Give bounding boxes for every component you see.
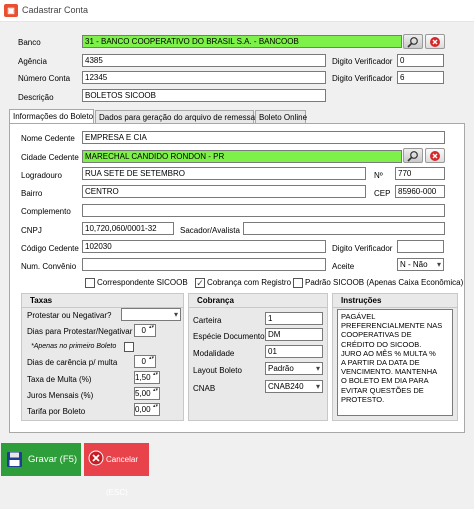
convenio-field[interactable] <box>82 258 326 271</box>
conta-field[interactable]: 12345 <box>82 71 326 84</box>
instrucoes-line: O BOLETO EM DIA PARA <box>341 376 429 386</box>
cobranca-title: Cobrança <box>189 294 327 308</box>
cancel-label: Cancelar (ESC) <box>106 455 139 497</box>
window-title: Cadastrar Conta <box>22 5 89 15</box>
cep-label: CEP <box>374 189 391 198</box>
especie-label: Espécie Documento <box>193 332 265 341</box>
instrucoes-line: VENCIMENTO. MANTENHA <box>341 367 438 377</box>
bairro-label: Bairro <box>21 189 43 198</box>
tab-informacoes-boleto[interactable]: Informações do Boleto <box>9 109 94 124</box>
numero-label: Nº <box>374 171 383 180</box>
instrucoes-line: CRÉDITO DO SICOOB. <box>341 339 422 349</box>
conta-dv-label: Digito Verificador <box>332 74 393 83</box>
multa-stepper[interactable]: 1,50 <box>134 371 160 384</box>
instrucoes-textarea[interactable]: PAGÁVEL PREFERENCIALMENTE NAS COOPERATIV… <box>337 309 453 416</box>
sacador-field[interactable] <box>243 222 445 235</box>
cnab-select[interactable]: CNAB240 <box>265 380 323 393</box>
padrao-sicoob-label: Padrão SICOOB (Apenas Caixa Econômica) <box>305 278 464 287</box>
codigo-dv-field[interactable] <box>397 240 444 253</box>
instrucoes-line: PROTESTO. <box>341 394 385 404</box>
layout-label: Layout Boleto <box>193 366 242 375</box>
carencia-stepper[interactable]: 0 <box>134 355 156 368</box>
cobranca-registro-label: Cobrança com Registro <box>207 278 292 287</box>
banco-field[interactable]: 31 - BANCO COOPERATIVO DO BRASIL S.A. - … <box>82 35 402 48</box>
codigo-dv-label: Digito Verificador <box>332 244 393 253</box>
aceite-label: Aceite <box>332 262 355 271</box>
modalidade-field[interactable]: 01 <box>265 345 323 358</box>
cidade-field[interactable]: MARECHAL CANDIDO RONDON - PR <box>82 150 402 163</box>
cnpj-label: CNPJ <box>21 226 42 235</box>
protestar-select[interactable] <box>121 308 181 321</box>
juros-stepper[interactable]: 5,00 <box>134 387 160 400</box>
multa-label: Taxa de Multa (%) <box>27 375 92 384</box>
save-icon <box>7 452 22 467</box>
dias-protestar-stepper[interactable]: 0 <box>134 324 156 337</box>
carteira-label: Carteira <box>193 316 222 325</box>
instrucoes-line: COOPERATIVAS DE <box>341 330 412 340</box>
modalidade-label: Modalidade <box>193 349 235 358</box>
complemento-field[interactable] <box>82 204 445 217</box>
dias-protestar-label: Dias para Protestar/Negativar <box>27 327 133 336</box>
protestar-label: Protestar ou Negativar? <box>27 311 112 320</box>
aceite-select[interactable]: N - Não <box>397 258 444 271</box>
taxas-title: Taxas <box>22 294 183 308</box>
apenas-primeiro-label: *Apenas no primeiro Boleto <box>31 343 117 350</box>
agencia-field[interactable]: 4385 <box>82 54 326 67</box>
complemento-label: Complemento <box>21 207 71 216</box>
carencia-label: Dias de carência p/ multa <box>27 358 118 367</box>
tarifa-stepper[interactable]: 0,00 <box>134 403 160 416</box>
cancel-icon <box>88 450 104 466</box>
descricao-field[interactable]: BOLETOS SICOOB <box>82 89 326 102</box>
convenio-label: Num. Convênio <box>21 262 77 271</box>
cep-field[interactable]: 85960-000 <box>395 185 445 198</box>
search-icon[interactable] <box>403 34 423 49</box>
logradouro-label: Logradouro <box>21 171 62 180</box>
app-icon: ▣ <box>4 4 18 17</box>
cancel-button[interactable]: Cancelar (ESC) <box>84 443 149 497</box>
tarifa-label: Tarifa por Boleto <box>27 407 86 416</box>
search-icon[interactable] <box>403 148 423 163</box>
save-label: Gravar (F5) <box>28 454 78 465</box>
cobranca-registro-checkbox[interactable] <box>195 278 205 288</box>
tab-dados-remessa[interactable]: Dados para geração do arquivo de remessa <box>95 110 255 124</box>
conta-label: Número Conta <box>18 74 71 83</box>
agencia-dv-field[interactable]: 0 <box>397 54 444 67</box>
instrucoes-line: JURO AO MÊS % MULTA % <box>341 348 436 358</box>
instrucoes-title: Instruções <box>333 294 457 308</box>
numero-field[interactable]: 770 <box>395 167 445 180</box>
codigo-cedente-field[interactable]: 102030 <box>82 240 326 253</box>
cnpj-field[interactable]: 10,720,060/0001-32 <box>82 222 174 235</box>
clear-icon[interactable] <box>425 34 445 49</box>
padrao-sicoob-checkbox[interactable] <box>293 278 303 288</box>
sacador-label: Sacador/Avalista <box>180 226 240 235</box>
agencia-dv-label: Digito Verificador <box>332 57 393 66</box>
instrucoes-line: A PARTIR DA DATA DE <box>341 358 420 368</box>
cnab-label: CNAB <box>193 384 216 393</box>
codigo-cedente-label: Código Cedente <box>21 244 79 253</box>
agencia-label: Agência <box>18 57 47 66</box>
cedente-label: Nome Cedente <box>21 134 75 143</box>
save-button[interactable]: Gravar (F5) <box>1 443 81 476</box>
bairro-field[interactable]: CENTRO <box>82 185 366 198</box>
logradouro-field[interactable]: RUA SETE DE SETEMBRO <box>82 167 366 180</box>
tab-boleto-online[interactable]: Boleto Online <box>255 110 307 124</box>
title-bar: ▣ Cadastrar Conta <box>0 0 474 22</box>
instrucoes-line: PREFERENCIALMENTE NAS <box>341 321 443 331</box>
conta-dv-field[interactable]: 6 <box>397 71 444 84</box>
correspondente-checkbox[interactable] <box>85 278 95 288</box>
layout-select[interactable]: Padrão <box>265 362 323 375</box>
clear-icon[interactable] <box>425 148 445 163</box>
cedente-field[interactable]: EMPRESA E CIA <box>82 131 445 144</box>
banco-label: Banco <box>18 38 41 47</box>
descricao-label: Descrição <box>18 93 54 102</box>
instrucoes-line: EVITAR QUESTÕES DE <box>341 385 424 395</box>
juros-label: Juros Mensais (%) <box>27 391 94 400</box>
apenas-primeiro-checkbox[interactable] <box>124 342 134 352</box>
especie-field[interactable]: DM <box>265 328 323 341</box>
instrucoes-line: PAGÁVEL <box>341 312 376 321</box>
cidade-label: Cidade Cedente <box>21 153 79 162</box>
carteira-field[interactable]: 1 <box>265 312 323 325</box>
correspondente-label: Correspondente SICOOB <box>97 278 188 287</box>
